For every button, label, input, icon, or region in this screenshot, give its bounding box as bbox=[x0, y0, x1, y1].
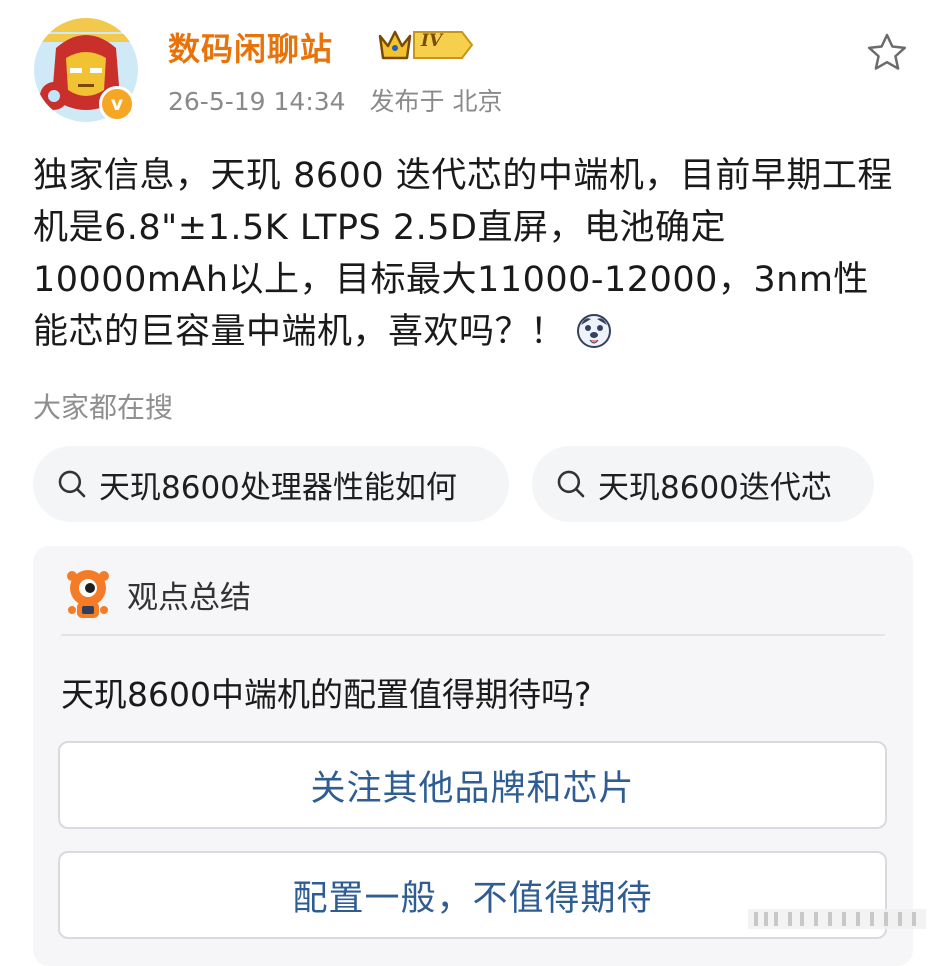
star-icon[interactable] bbox=[864, 30, 910, 76]
verified-badge: v bbox=[99, 86, 135, 122]
mascot-icon bbox=[67, 570, 109, 618]
card-header: 观点总结 bbox=[63, 566, 251, 622]
level-label: IV bbox=[421, 31, 443, 51]
post-location: 发布于 北京 bbox=[369, 87, 503, 116]
author-name[interactable]: 数码闲聊站 bbox=[168, 24, 333, 70]
watermark-icon bbox=[748, 909, 926, 929]
search-chip-label: 天玑8600处理器性能如何 bbox=[99, 469, 457, 506]
post-content: 独家信息，天玑 8600 迭代芯的中端机，目前早期工程机是6.8"±1.5K L… bbox=[33, 150, 893, 358]
search-chip[interactable]: 天玑8600迭代芯 bbox=[532, 446, 874, 522]
post-time: 26-5-19 14:34 bbox=[168, 87, 346, 116]
poll-question: 天玑8600中端机的配置值得期待吗? bbox=[61, 675, 592, 714]
doge-emoji-icon bbox=[576, 314, 611, 348]
hot-search-title: 大家都在搜 bbox=[33, 391, 174, 424]
card-divider bbox=[61, 634, 885, 636]
poll-option-button[interactable]: 关注其他品牌和芯片 bbox=[58, 741, 887, 829]
card-title: 观点总结 bbox=[127, 579, 251, 616]
post-meta: 26-5-19 14:34 发布于 北京 bbox=[168, 82, 518, 118]
search-icon bbox=[557, 470, 585, 498]
search-chip[interactable]: 天玑8600处理器性能如何 bbox=[33, 446, 509, 522]
post-text: 独家信息，天玑 8600 迭代芯的中端机，目前早期工程机是6.8"±1.5K L… bbox=[33, 156, 893, 352]
search-chip-label: 天玑8600迭代芯 bbox=[598, 469, 832, 506]
opinion-summary-card: 观点总结 天玑8600中端机的配置值得期待吗? 关注其他品牌和芯片 配置一般，不… bbox=[33, 546, 913, 966]
search-icon bbox=[58, 470, 86, 498]
